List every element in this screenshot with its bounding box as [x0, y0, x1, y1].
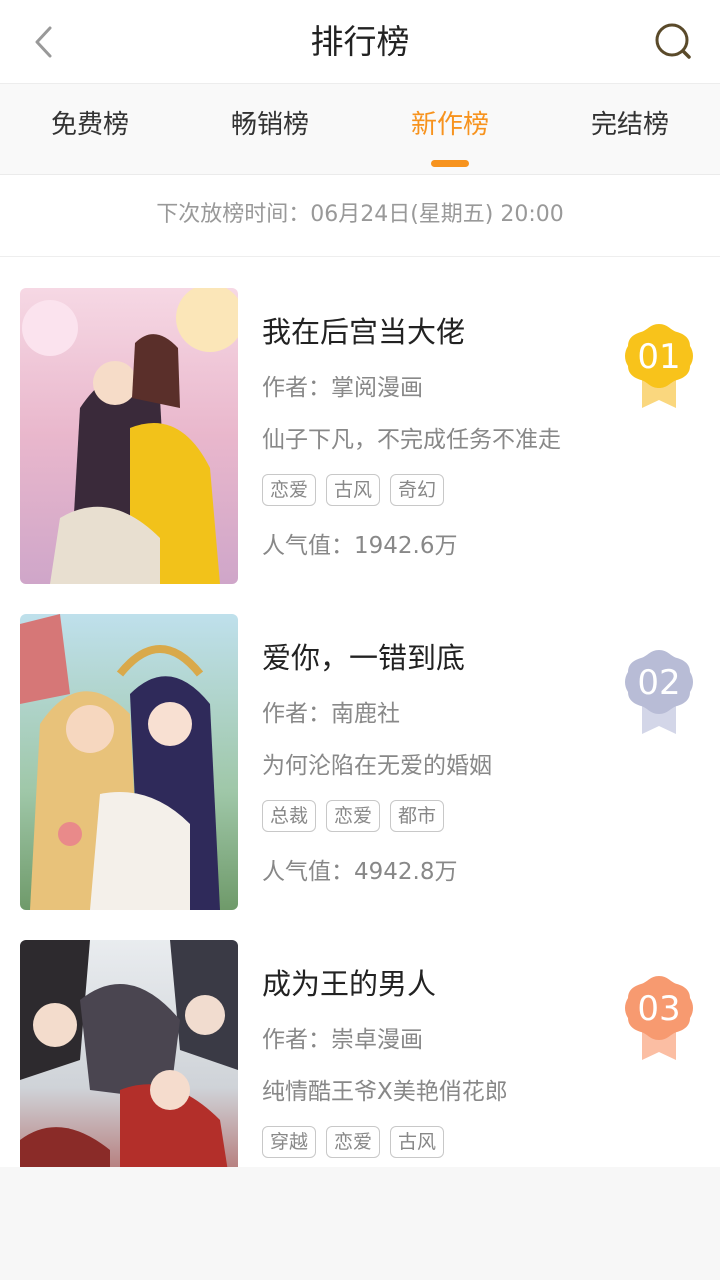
tag: 古风 [326, 474, 381, 506]
comic-cover[interactable] [20, 614, 238, 910]
tag: 穿越 [262, 1126, 317, 1158]
search-icon [655, 23, 691, 59]
tag: 恋爱 [326, 1126, 381, 1158]
tag: 古风 [390, 1126, 445, 1158]
comic-title[interactable]: 爱你，一错到底 [262, 638, 465, 678]
comic-author: 作者：南鹿社 [262, 701, 400, 727]
ranking-tabs: 免费榜 畅销榜 新作榜 完结榜 [0, 84, 720, 175]
list-item[interactable]: 成为王的男人 作者：崇卓漫画 纯情酷王爷X美艳俏花郎 穿越 恋爱 古风 03 [0, 940, 720, 1167]
tag: 恋爱 [262, 474, 317, 506]
rank-badge: 01 [624, 322, 696, 412]
popularity-value: 人气值：1942.6万 [262, 533, 458, 559]
comic-title[interactable]: 我在后宫当大佬 [262, 312, 465, 352]
bottom-area [0, 1167, 720, 1280]
rank-badge: 02 [624, 648, 696, 738]
list-item[interactable]: 我在后宫当大佬 作者：掌阅漫画 仙子下凡，不完成任务不准走 恋爱 古风 奇幻 人气值… [0, 288, 720, 584]
comic-description: 为何沦陷在无爱的婚姻 [262, 753, 492, 779]
comic-author: 作者：掌阅漫画 [262, 375, 423, 401]
comic-description: 仙子下凡，不完成任务不准走 [262, 427, 561, 453]
rank-number: 03 [637, 989, 681, 1029]
tag-list: 总裁 恋爱 都市 [262, 800, 454, 834]
comic-description: 纯情酷王爷X美艳俏花郎 [262, 1079, 508, 1105]
list-item[interactable]: 爱你，一错到底 作者：南鹿社 为何沦陷在无爱的婚姻 总裁 恋爱 都市 人气值：494… [0, 614, 720, 910]
tag: 都市 [390, 800, 445, 832]
tab-new[interactable]: 新作榜 [360, 84, 540, 174]
app-header: 排行榜 [0, 0, 720, 84]
comic-cover[interactable] [20, 940, 238, 1167]
rank-badge: 03 [624, 974, 696, 1064]
search-button[interactable] [652, 20, 696, 64]
tab-bestseller[interactable]: 畅销榜 [180, 84, 360, 174]
rank-number: 02 [637, 663, 681, 703]
tab-free[interactable]: 免费榜 [0, 84, 180, 174]
page-title: 排行榜 [310, 22, 410, 61]
comic-cover[interactable] [20, 288, 238, 584]
comic-title[interactable]: 成为王的男人 [262, 964, 436, 1004]
tag: 恋爱 [326, 800, 381, 832]
tag-list: 穿越 恋爱 古风 [262, 1126, 454, 1160]
next-ranking-notice: 下次放榜时间：06月24日(星期五) 20:00 [0, 175, 720, 257]
tag: 总裁 [262, 800, 317, 832]
rank-number: 01 [637, 337, 681, 377]
popularity-value: 人气值：4942.8万 [262, 859, 458, 885]
active-tab-indicator [431, 160, 469, 167]
tag-list: 恋爱 古风 奇幻 [262, 474, 454, 508]
tag: 奇幻 [390, 474, 445, 506]
comic-author: 作者：崇卓漫画 [262, 1027, 423, 1053]
ranking-list[interactable]: 我在后宫当大佬 作者：掌阅漫画 仙子下凡，不完成任务不准走 恋爱 古风 奇幻 人气值… [0, 257, 720, 1167]
tab-completed[interactable]: 完结榜 [540, 84, 720, 174]
